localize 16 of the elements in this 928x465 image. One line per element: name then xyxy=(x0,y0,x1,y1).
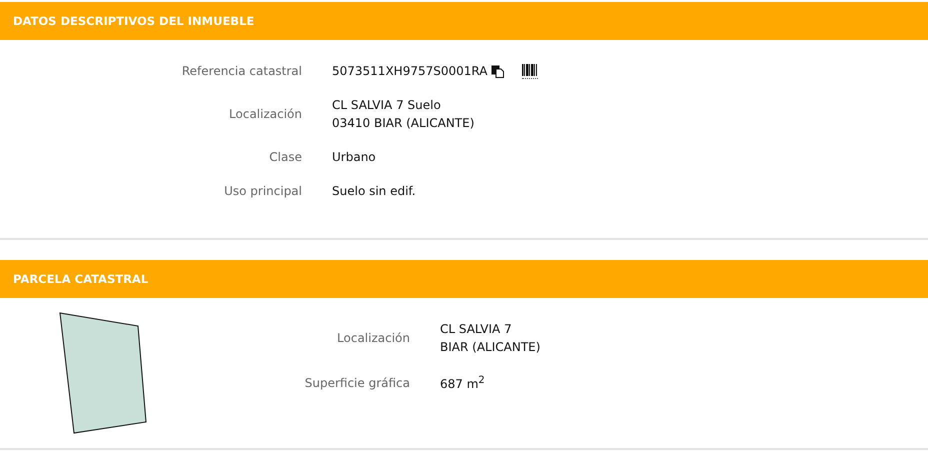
copy-icon[interactable] xyxy=(491,64,504,78)
field-value: 5073511XH9757S0001RA xyxy=(332,63,488,80)
section-header: PARCELA CATASTRAL xyxy=(0,260,928,298)
field-label: Superficie gráfica xyxy=(304,376,410,390)
field-label: Referencia catastral xyxy=(180,64,302,78)
barcode-icon[interactable] xyxy=(522,64,538,78)
field-value: 687 m$^{2}$ xyxy=(440,374,485,393)
field-label: Localización xyxy=(336,331,410,345)
field-value: Suelo sin edif. xyxy=(332,183,416,200)
field-label: Clase xyxy=(268,150,302,164)
section-header: DATOS DESCRIPTIVOS DEL INMUEBLE xyxy=(0,2,928,40)
field-value: CL SALVIA 7 BIAR (ALICANTE) xyxy=(440,321,540,356)
field-value: Urbano xyxy=(332,149,376,166)
field-value: CL SALVIA 7 Suelo 03410 BIAR (ALICANTE) xyxy=(332,97,474,132)
field-label: Uso principal xyxy=(223,184,302,198)
field-label: Localización xyxy=(228,107,302,121)
